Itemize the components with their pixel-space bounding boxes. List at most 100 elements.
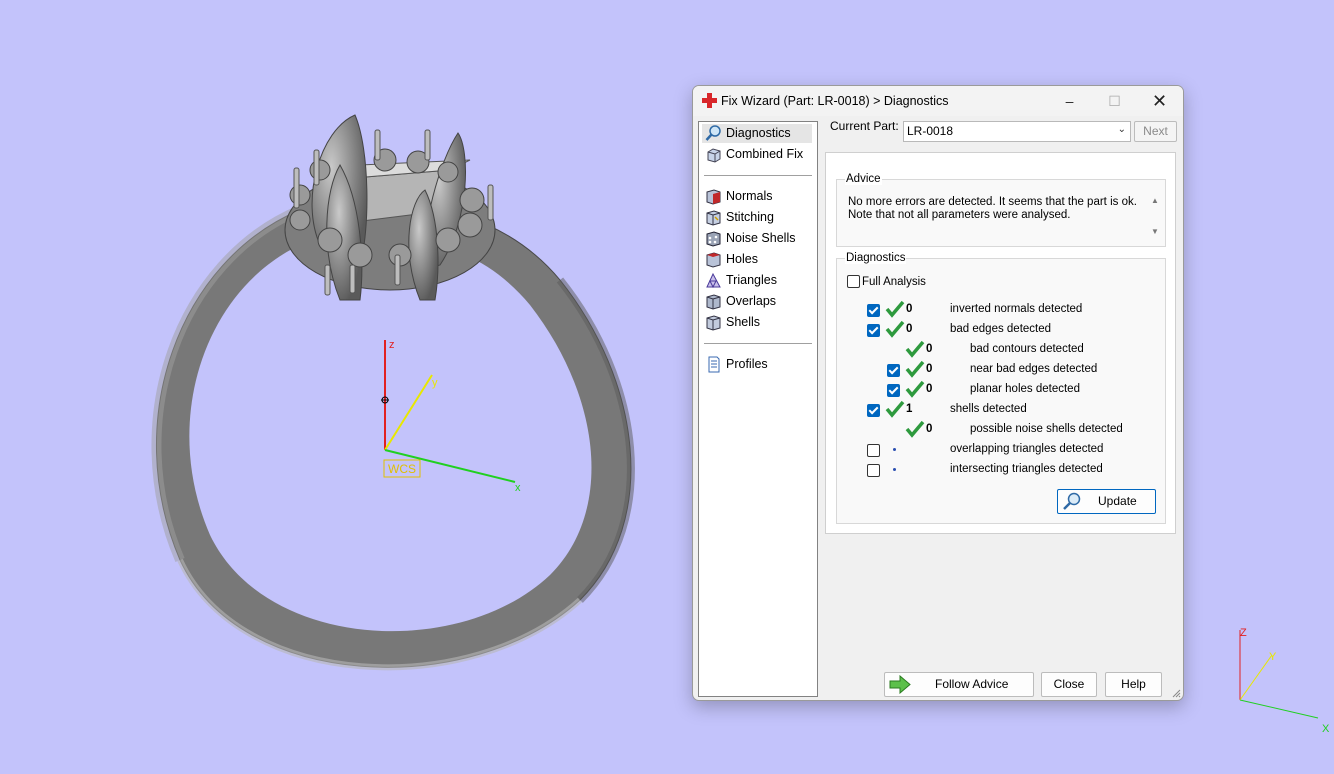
z-axis-label: z <box>389 339 395 351</box>
advice-group: Advice No more errors are detected. It s… <box>836 173 1166 247</box>
help-button[interactable]: Help <box>1105 672 1162 697</box>
diag-label: possible noise shells detected <box>970 423 1123 435</box>
pending-dot-icon <box>893 448 896 451</box>
follow-advice-label: Follow Advice <box>935 677 1009 691</box>
nav-label: Triangles <box>726 273 777 287</box>
fix-nav-list: Diagnostics Combined Fix Normals Stitchi… <box>698 121 818 697</box>
triangles-icon <box>706 272 721 289</box>
diag-label: planar holes detected <box>970 383 1080 395</box>
pending-dot-icon <box>893 468 896 471</box>
diag-label: shells detected <box>950 403 1027 415</box>
diag-label: intersecting triangles detected <box>950 463 1103 475</box>
follow-advice-button[interactable]: Follow Advice <box>884 672 1034 697</box>
ok-check-icon <box>885 300 905 318</box>
near-bad-edges-checkbox[interactable] <box>887 364 900 377</box>
nav-label: Diagnostics <box>726 126 791 140</box>
diag-count: 0 <box>926 423 933 435</box>
inverted-normals-checkbox[interactable] <box>867 304 880 317</box>
overlapping-triangles-checkbox[interactable] <box>867 444 880 457</box>
nav-label: Normals <box>726 189 773 203</box>
y-axis-label: y <box>432 377 438 389</box>
wcs-label: WCS <box>388 462 416 476</box>
nav-label: Shells <box>726 315 761 329</box>
diag-label: overlapping triangles detected <box>950 443 1104 455</box>
corner-y-label: Y <box>1269 651 1277 663</box>
nav-divider <box>704 175 812 176</box>
current-part-label: Current Part: <box>830 119 899 133</box>
holes-cube-icon <box>706 252 721 268</box>
nav-label: Stitching <box>726 210 774 224</box>
planar-holes-checkbox[interactable] <box>887 384 900 397</box>
ok-check-icon <box>905 420 925 438</box>
current-part-value: LR-0018 <box>907 124 954 138</box>
update-button[interactable]: Update <box>1057 489 1156 514</box>
nav-item-shells[interactable]: Shells <box>702 313 812 332</box>
scroll-up-icon[interactable]: ▲ <box>1151 196 1159 205</box>
nav-item-stitching[interactable]: Stitching <box>702 208 812 227</box>
diag-label: bad edges detected <box>950 323 1052 335</box>
diag-count: 0 <box>906 323 913 335</box>
nav-item-diagnostics[interactable]: Diagnostics <box>702 124 812 143</box>
nav-label: Noise Shells <box>726 231 796 245</box>
diagnostics-panel: Advice No more errors are detected. It s… <box>825 152 1176 534</box>
overlaps-cube-icon <box>706 294 721 310</box>
nav-label: Profiles <box>726 357 768 371</box>
update-label: Update <box>1098 494 1137 508</box>
minimize-button[interactable]: – <box>1047 86 1092 116</box>
diagnostics-title: Diagnostics <box>845 252 907 264</box>
nav-item-noise-shells[interactable]: Noise Shells <box>702 229 812 248</box>
diag-label: inverted normals detected <box>950 303 1083 315</box>
close-button[interactable]: Close <box>1041 672 1097 697</box>
nav-item-triangles[interactable]: Triangles <box>702 271 812 290</box>
nav-item-combined-fix[interactable]: Combined Fix <box>702 145 812 164</box>
dialog-title: Fix Wizard (Part: LR-0018) > Diagnostics <box>721 94 949 108</box>
normals-cube-icon <box>706 189 721 205</box>
advice-title: Advice <box>845 173 882 185</box>
green-arrow-icon <box>889 675 911 694</box>
advice-line: Note that not all parameters were analys… <box>848 209 1071 221</box>
profiles-page-icon <box>708 356 720 373</box>
advice-text: No more errors are detected. It seems th… <box>848 196 1138 222</box>
x-axis-label: x <box>515 482 521 494</box>
current-part-select[interactable]: LR-0018 ⌄ <box>903 121 1131 142</box>
maximize-button[interactable]: ☐ <box>1092 86 1137 116</box>
title-bar[interactable]: Fix Wizard (Part: LR-0018) > Diagnostics… <box>693 86 1183 116</box>
full-analysis-checkbox[interactable] <box>847 275 860 288</box>
magnifier-icon <box>1063 492 1081 510</box>
nav-label: Combined Fix <box>726 147 804 161</box>
bad-edges-checkbox[interactable] <box>867 324 880 337</box>
nav-item-holes[interactable]: Holes <box>702 250 812 269</box>
nav-label: Holes <box>726 252 758 266</box>
stitching-cube-icon <box>706 210 721 226</box>
diagnostics-group: Diagnostics Full Analysis 0 inverted nor… <box>836 252 1166 524</box>
corner-z-label: Z <box>1240 627 1247 639</box>
diag-label: bad contours detected <box>970 343 1084 355</box>
intersecting-triangles-checkbox[interactable] <box>867 464 880 477</box>
ok-check-icon <box>905 340 925 358</box>
diag-count: 0 <box>926 343 933 355</box>
nav-item-profiles[interactable]: Profiles <box>702 355 812 374</box>
close-window-button[interactable]: ✕ <box>1137 86 1182 116</box>
ok-check-icon <box>905 380 925 398</box>
next-button[interactable]: Next <box>1134 121 1177 142</box>
shells-checkbox[interactable] <box>867 404 880 417</box>
diag-count: 1 <box>906 403 913 415</box>
shells-cube-icon <box>706 315 721 331</box>
scroll-down-icon[interactable]: ▼ <box>1151 227 1159 236</box>
nav-item-normals[interactable]: Normals <box>702 187 812 206</box>
corner-x-label: X <box>1322 723 1330 735</box>
noise-shells-icon <box>706 231 721 247</box>
ok-check-icon <box>905 360 925 378</box>
advice-scrollbar[interactable]: ▲ ▼ <box>1147 194 1163 240</box>
diag-count: 0 <box>906 303 913 315</box>
nav-item-overlaps[interactable]: Overlaps <box>702 292 812 311</box>
fix-wizard-dialog: Fix Wizard (Part: LR-0018) > Diagnostics… <box>692 85 1184 701</box>
nav-divider <box>704 343 812 344</box>
advice-line: No more errors are detected. It seems th… <box>848 196 1137 208</box>
resize-grip-icon[interactable] <box>1172 689 1181 698</box>
diag-label: near bad edges detected <box>970 363 1098 375</box>
diag-count: 0 <box>926 363 933 375</box>
ok-check-icon <box>885 320 905 338</box>
nav-label: Overlaps <box>726 294 777 308</box>
full-analysis-label: Full Analysis <box>862 276 926 288</box>
